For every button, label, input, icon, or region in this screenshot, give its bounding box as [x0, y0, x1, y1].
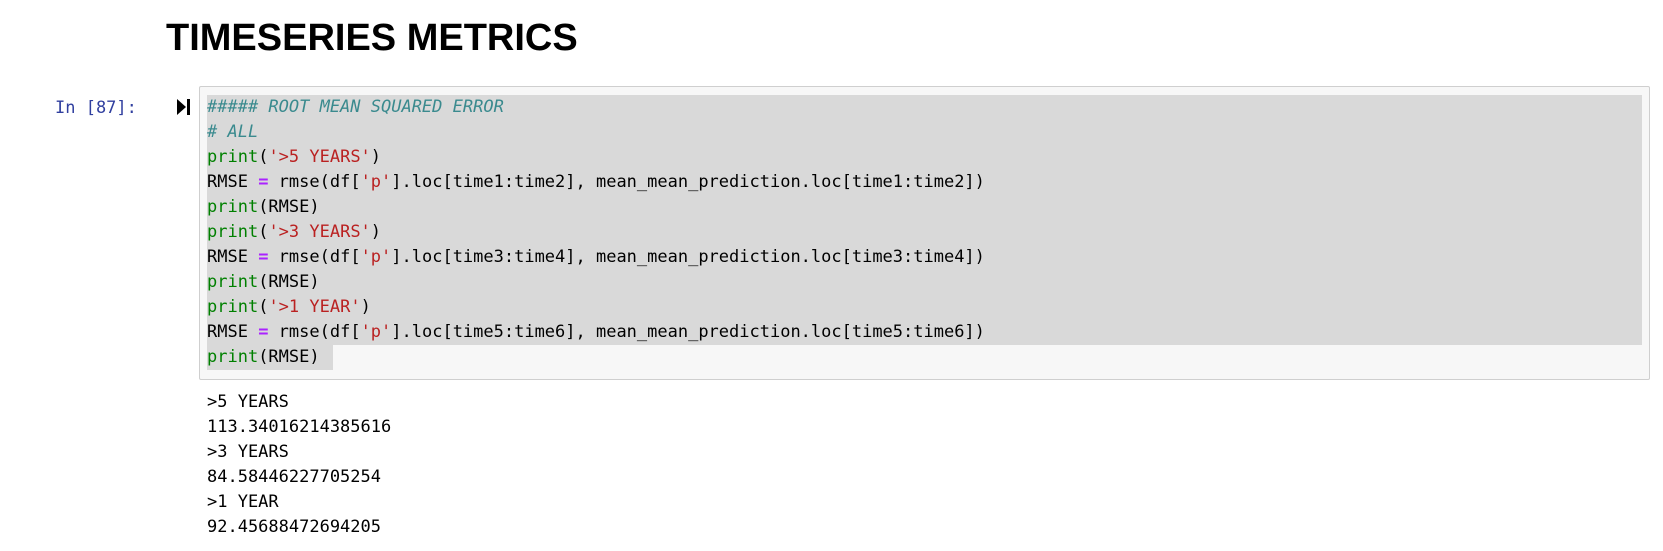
- code-token: '>1 YEAR': [268, 297, 361, 317]
- code-token: (: [258, 297, 269, 317]
- code-line: RMSE = rmse(df['p'].loc[time3:time4], me…: [207, 245, 985, 270]
- code-token: RMSE: [207, 322, 259, 342]
- code-token: # ALL: [207, 122, 259, 142]
- code-token: ): [360, 297, 371, 317]
- code-line: print('>5 YEARS'): [207, 145, 985, 170]
- code-line: print(RMSE): [207, 195, 985, 220]
- code-token: (: [258, 222, 269, 242]
- cell-prompt: In [87]:: [55, 98, 137, 118]
- code-token: (: [258, 147, 269, 167]
- code-line: ##### ROOT MEAN SQUARED ERROR: [207, 95, 985, 120]
- code-token: =: [258, 247, 269, 267]
- code-line: RMSE = rmse(df['p'].loc[time1:time2], me…: [207, 170, 985, 195]
- code-token: =: [258, 322, 269, 342]
- code-token: RMSE: [207, 247, 259, 267]
- code-token: ].loc[time1:time2], mean_mean_prediction…: [391, 172, 985, 192]
- code-token: ): [370, 222, 382, 242]
- code-token: '>5 YEARS': [268, 147, 371, 167]
- code-token: print: [207, 297, 259, 317]
- code-token: print: [207, 197, 259, 217]
- code-content: ##### ROOT MEAN SQUARED ERROR # ALL print(…: [207, 95, 985, 370]
- code-token: ].loc[time3:time4], mean_mean_prediction…: [391, 247, 985, 267]
- code-token: print: [207, 347, 259, 367]
- code-token: 'p': [360, 322, 392, 342]
- code-token: (RMSE): [258, 272, 320, 292]
- code-token: rmse(df[: [268, 247, 361, 267]
- code-line: print('>3 YEARS'): [207, 220, 985, 245]
- code-token: print: [207, 272, 259, 292]
- code-token: rmse(df[: [268, 322, 361, 342]
- output-line: 84.58446227705254: [207, 467, 381, 487]
- code-token: '>3 YEARS': [268, 222, 371, 242]
- output-line: 113.34016214385616: [207, 417, 392, 437]
- run-cell-icon[interactable]: [176, 96, 192, 118]
- output-line: >1 YEAR: [207, 492, 279, 512]
- code-token: (RMSE): [258, 197, 320, 217]
- code-token: ##### ROOT MEAN SQUARED ERROR: [207, 97, 504, 117]
- code-line: # ALL: [207, 120, 985, 145]
- code-token: rmse(df[: [268, 172, 361, 192]
- code-line: print(RMSE): [207, 345, 985, 370]
- notebook-heading: TIMESERIES METRICS: [166, 17, 578, 59]
- code-line: print(RMSE): [207, 270, 985, 295]
- code-token: 'p': [360, 247, 392, 267]
- code-cell-editor[interactable]: ##### ROOT MEAN SQUARED ERROR # ALL print(…: [199, 86, 1650, 380]
- code-token: print: [207, 222, 259, 242]
- output-line: >5 YEARS: [207, 392, 289, 412]
- code-token: ): [370, 147, 382, 167]
- code-token: RMSE: [207, 172, 259, 192]
- code-token: =: [258, 172, 269, 192]
- code-line: print('>1 YEAR'): [207, 295, 985, 320]
- output-line: >3 YEARS: [207, 442, 289, 462]
- cell-output: >5 YEARS 113.34016214385616 >3 YEARS 84.584…: [207, 390, 391, 540]
- output-line: 92.45688472694205: [207, 517, 381, 537]
- code-token: print: [207, 147, 259, 167]
- code-token: (RMSE): [258, 347, 320, 367]
- code-token: ].loc[time5:time6], mean_mean_prediction…: [391, 322, 985, 342]
- code-line: RMSE = rmse(df['p'].loc[time5:time6], me…: [207, 320, 985, 345]
- code-token: 'p': [360, 172, 392, 192]
